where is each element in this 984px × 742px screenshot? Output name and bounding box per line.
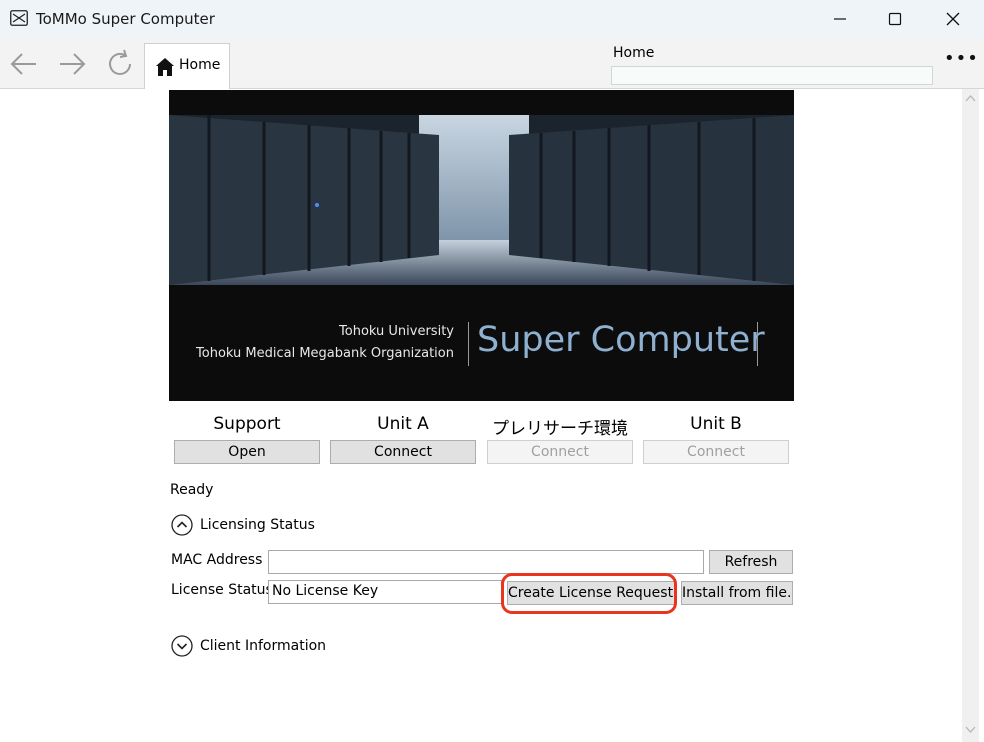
app-icon bbox=[10, 10, 28, 26]
title-bar: ToMMo Super Computer bbox=[0, 0, 984, 38]
banner-title: Super Computer bbox=[477, 320, 765, 360]
highlight-annotation bbox=[501, 573, 677, 614]
unit-a-connect-button[interactable]: Connect bbox=[330, 440, 476, 464]
arrow-right-icon bbox=[60, 53, 86, 75]
license-status-label: License Status bbox=[171, 582, 273, 598]
vertical-scrollbar[interactable] bbox=[962, 89, 979, 742]
more-options-button[interactable]: ••• bbox=[944, 48, 978, 74]
home-icon bbox=[156, 58, 174, 76]
window-title: ToMMo Super Computer bbox=[36, 10, 215, 28]
service-label-pre-research: プレリサーチ環境 bbox=[492, 419, 628, 439]
service-label-unit-a: Unit A bbox=[377, 414, 429, 434]
tab-home[interactable]: Home bbox=[144, 43, 230, 89]
minimize-button[interactable] bbox=[812, 0, 868, 38]
status-text: Ready bbox=[170, 482, 214, 498]
client-information-header[interactable]: Client Information bbox=[200, 638, 326, 654]
install-from-file-button[interactable]: Install from file... bbox=[681, 581, 793, 605]
navigation-toolbar: Home Home ••• bbox=[0, 38, 984, 89]
banner-divider bbox=[468, 322, 469, 366]
mac-address-label: MAC Address bbox=[171, 552, 263, 568]
address-field[interactable] bbox=[611, 66, 933, 85]
unit-b-connect-button[interactable]: Connect bbox=[643, 440, 789, 464]
license-status-field[interactable]: No License Key bbox=[268, 580, 502, 604]
maximize-button[interactable] bbox=[868, 0, 924, 38]
refresh-button[interactable] bbox=[104, 48, 136, 80]
banner-divider-right bbox=[757, 322, 758, 366]
chevron-down-icon[interactable] bbox=[171, 635, 193, 657]
banner-org-line1: Tohoku University bbox=[339, 324, 454, 339]
address-label: Home bbox=[613, 45, 655, 61]
chevron-up-icon[interactable] bbox=[171, 514, 193, 536]
back-button[interactable] bbox=[8, 48, 40, 80]
scroll-up-icon[interactable] bbox=[965, 94, 976, 102]
pre-research-connect-button[interactable]: Connect bbox=[487, 440, 633, 464]
service-label-support: Support bbox=[213, 414, 281, 434]
banner-org-line2: Tohoku Medical Megabank Organization bbox=[196, 346, 454, 361]
refresh-license-button[interactable]: Refresh bbox=[709, 550, 793, 574]
refresh-icon bbox=[109, 49, 131, 75]
minimize-icon bbox=[834, 18, 846, 20]
forward-button[interactable] bbox=[56, 48, 88, 80]
server-room-photo bbox=[169, 115, 794, 285]
arrow-left-icon bbox=[10, 53, 36, 75]
hero-banner: Tohoku University Tohoku Medical Megaban… bbox=[169, 90, 794, 401]
close-icon bbox=[946, 12, 960, 26]
mac-address-field[interactable] bbox=[268, 550, 704, 574]
tab-home-label: Home bbox=[179, 57, 221, 73]
scroll-down-icon[interactable] bbox=[965, 726, 976, 734]
licensing-status-header[interactable]: Licensing Status bbox=[200, 517, 315, 533]
support-open-button[interactable]: Open bbox=[174, 440, 320, 464]
maximize-icon bbox=[888, 12, 902, 26]
service-label-unit-b: Unit B bbox=[690, 414, 742, 434]
close-button[interactable] bbox=[924, 0, 980, 38]
